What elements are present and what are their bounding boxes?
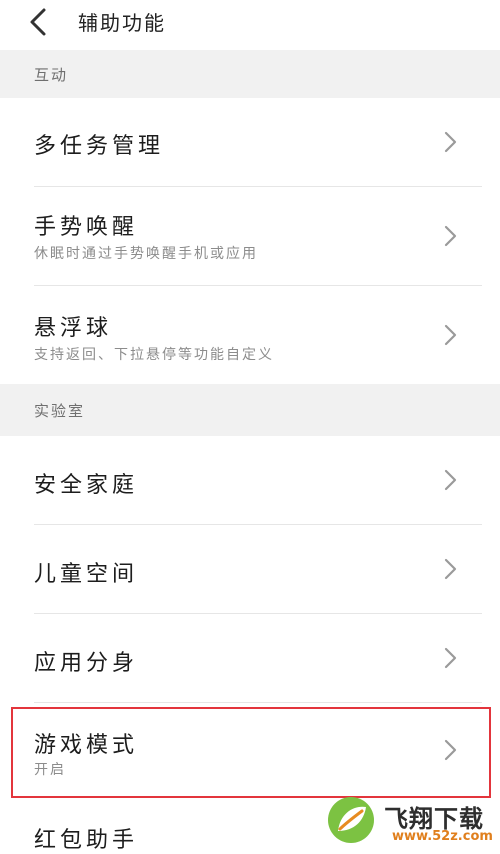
list-item-label: 多任务管理	[34, 134, 165, 159]
list-item-subtitle: 支持返回、下拉悬停等功能自定义	[34, 347, 274, 363]
top-bar: 辅助功能	[0, 0, 500, 50]
chevron-right-icon	[444, 225, 457, 247]
list-item-label: 红包助手	[34, 828, 139, 853]
list-item-kids-space[interactable]: 儿童空间	[0, 525, 500, 613]
list-item-multitask[interactable]: 多任务管理	[0, 98, 500, 186]
divider	[34, 702, 482, 703]
list-item-app-clone[interactable]: 应用分身	[0, 614, 500, 702]
chevron-right-icon	[444, 647, 457, 669]
chevron-right-icon	[444, 739, 457, 761]
leaf-logo-icon	[328, 797, 374, 843]
list-item-gesture-wake[interactable]: 手势唤醒 休眠时通过手势唤醒手机或应用	[0, 187, 500, 285]
chevron-right-icon	[444, 131, 457, 153]
list-item-label: 应用分身	[34, 651, 139, 676]
chevron-right-icon	[444, 324, 457, 346]
list-item-label: 手势唤醒	[34, 215, 139, 240]
section-label: 实验室	[34, 402, 86, 420]
page-title: 辅助功能	[78, 11, 166, 35]
section-header-interaction: 互动	[0, 50, 500, 98]
list-item-game-mode[interactable]: 游戏模式 开启	[0, 709, 500, 795]
list-item-safe-family[interactable]: 安全家庭	[0, 436, 500, 524]
watermark-url: www.52z.com	[392, 829, 493, 844]
list-item-label: 游戏模式	[34, 733, 139, 758]
list-item-status: 开启	[34, 762, 66, 778]
watermark: 飞翔下载 www.52z.com	[322, 795, 500, 851]
section-header-lab: 实验室	[0, 384, 500, 436]
list-item-label: 悬浮球	[34, 316, 113, 341]
list-item-label: 儿童空间	[34, 562, 139, 587]
chevron-right-icon	[444, 469, 457, 491]
list-item-floating-ball[interactable]: 悬浮球 支持返回、下拉悬停等功能自定义	[0, 286, 500, 384]
list-item-label: 安全家庭	[34, 473, 139, 498]
section-label: 互动	[34, 66, 69, 84]
back-arrow-icon[interactable]	[24, 6, 56, 38]
chevron-right-icon	[444, 558, 457, 580]
list-item-subtitle: 休眠时通过手势唤醒手机或应用	[34, 246, 258, 262]
